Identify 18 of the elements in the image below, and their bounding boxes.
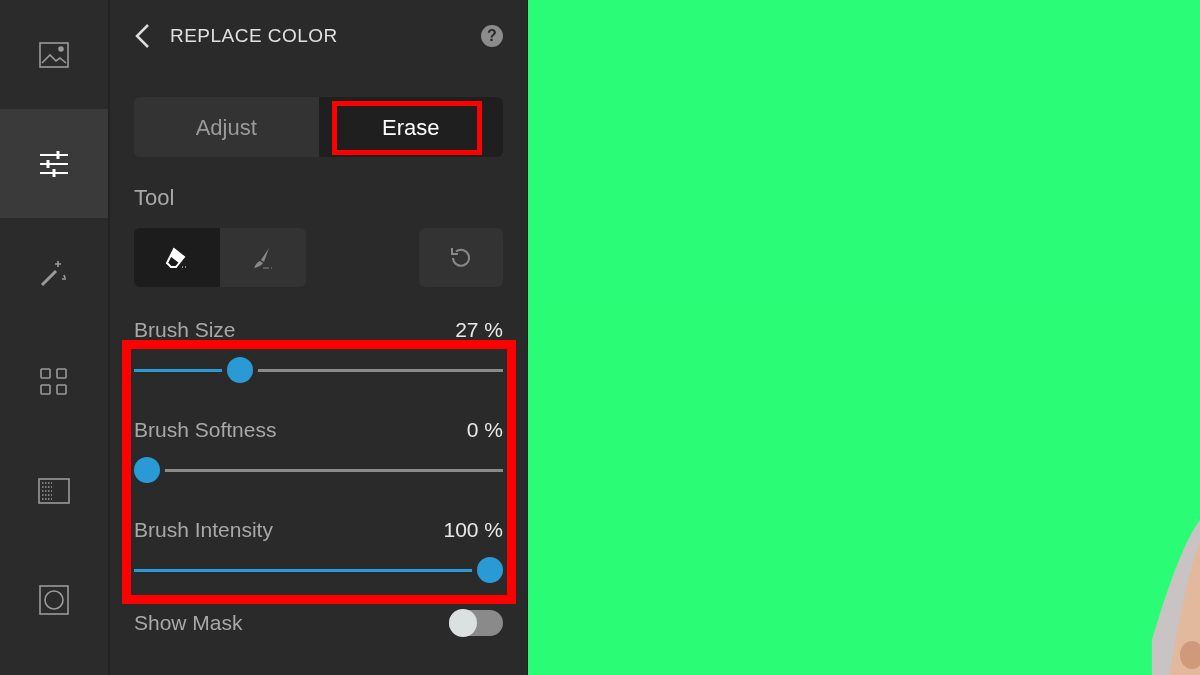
slider-label: Brush Intensity — [134, 517, 273, 544]
slider-label: Brush Size — [134, 317, 236, 344]
eraser-icon — [165, 245, 189, 270]
slider-label: Brush Softness — [134, 417, 277, 444]
slider-value: 0 % — [466, 417, 503, 444]
vignette-icon — [38, 583, 70, 616]
mode-tab[interactable]: Adjust — [134, 97, 319, 157]
slider-value: 100 % — [443, 517, 503, 544]
reset-button[interactable] — [419, 228, 503, 287]
panel-title: REPLACE COLOR — [170, 23, 338, 48]
tool-button[interactable] — [134, 228, 220, 287]
slider-value: 27 % — [455, 317, 503, 344]
back-icon[interactable] — [134, 23, 150, 49]
grid-icon — [38, 365, 70, 398]
help-button[interactable]: ? — [481, 25, 503, 47]
show-mask-label: Show Mask — [134, 610, 243, 636]
tool-label: Tool — [134, 184, 176, 212]
show-mask-toggle[interactable] — [449, 609, 503, 636]
